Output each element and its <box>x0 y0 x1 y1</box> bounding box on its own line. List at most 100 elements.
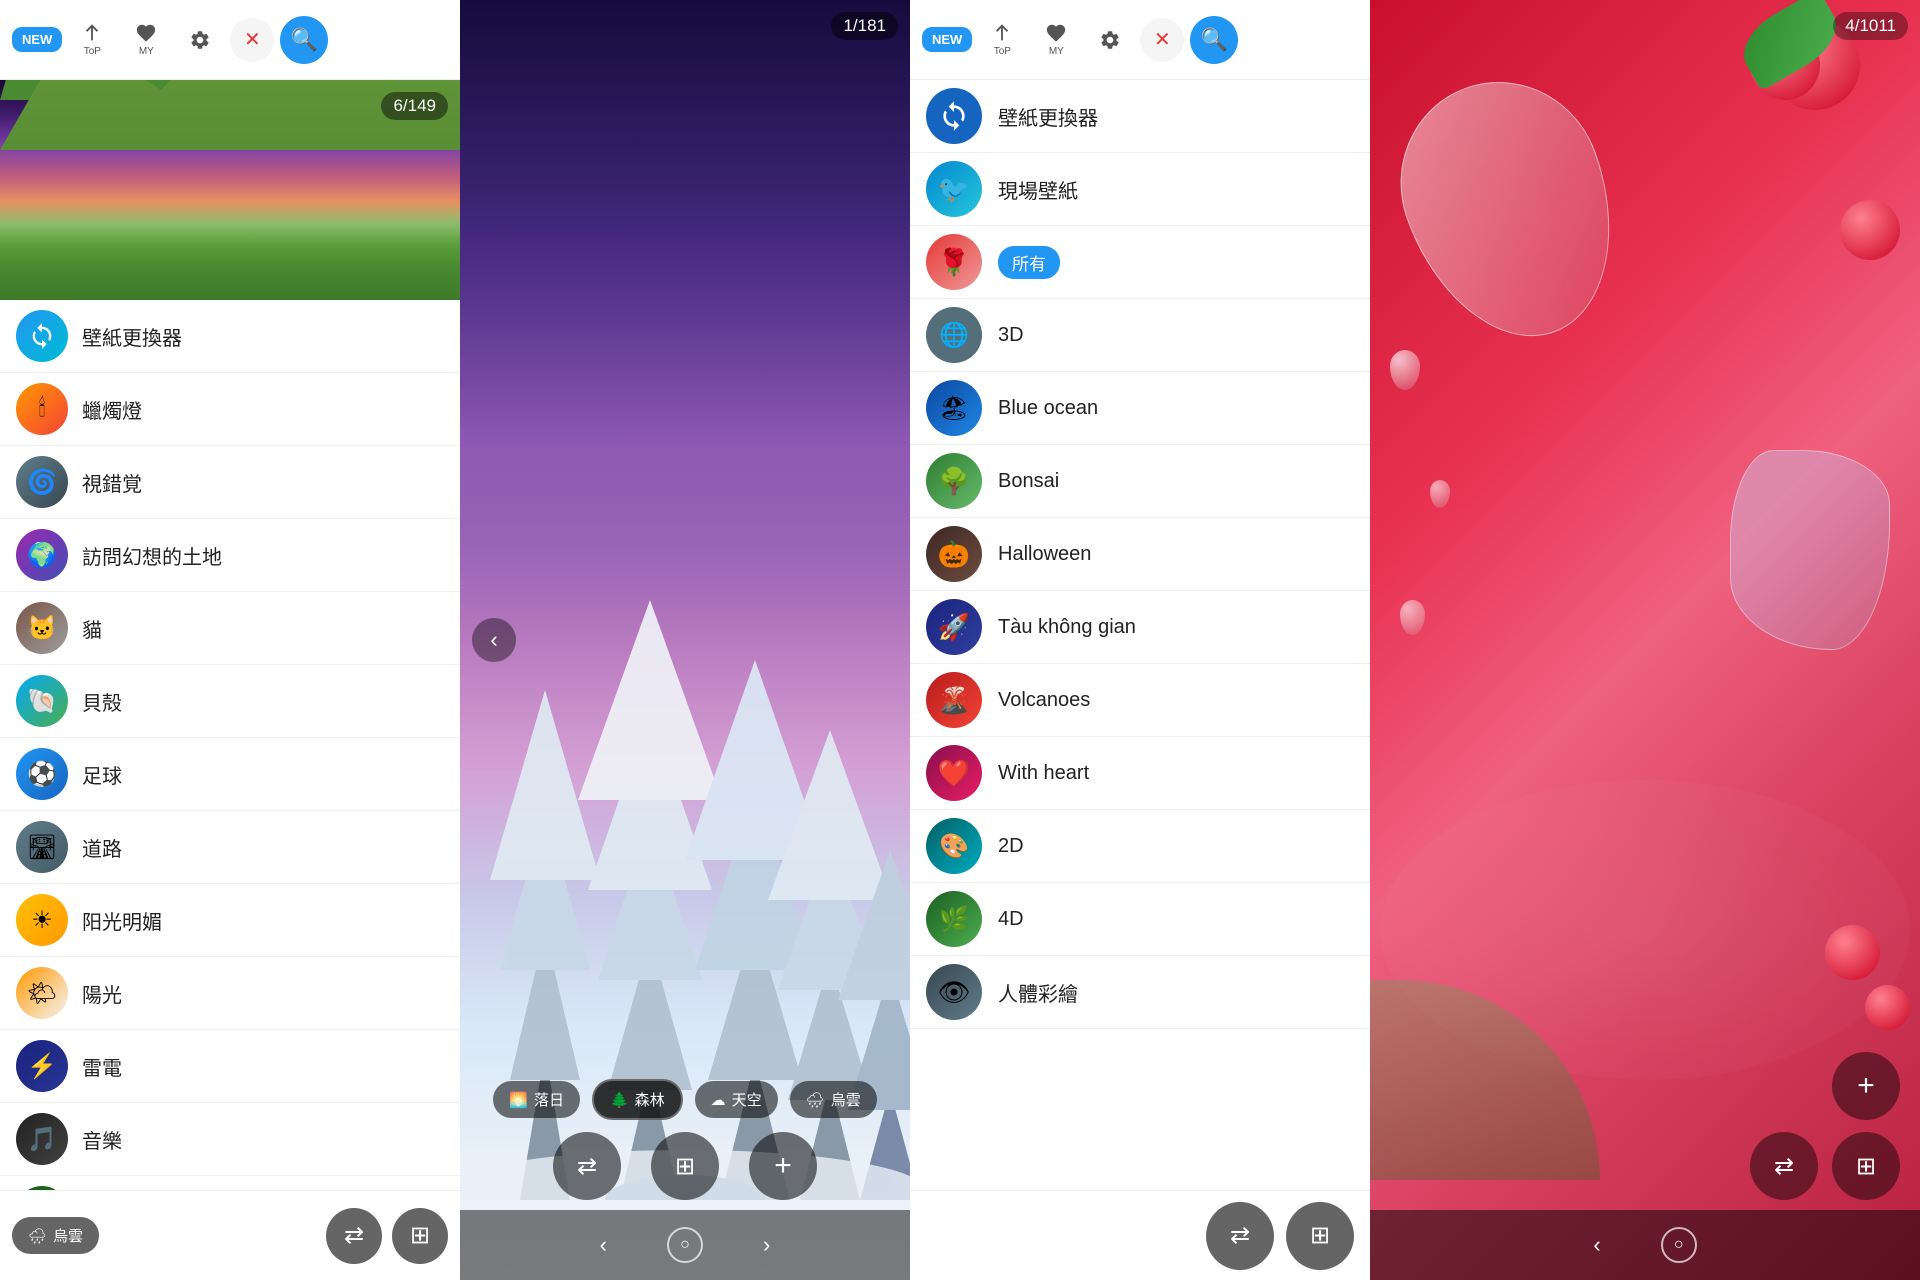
nav-back[interactable]: ‹ <box>600 1232 607 1258</box>
all-tag: 所有 <box>998 246 1060 279</box>
shuffle-btn-p2[interactable]: ⇄ <box>553 1132 621 1200</box>
list-item-fantasy[interactable]: 🌍 訪問幻想的土地 <box>0 519 460 592</box>
list-item-football[interactable]: ⚽ 足球 <box>0 738 460 811</box>
rlist-2d[interactable]: 🎨 2D <box>910 810 1370 883</box>
settings-button-p3[interactable] <box>1086 16 1134 64</box>
list-item-candle[interactable]: 🕯 蠟燭燈 <box>0 373 460 446</box>
wallpaper-label: 壁紙更換器 <box>82 322 182 351</box>
ricon-blue-ocean: 🏖 <box>926 380 982 436</box>
fantasy-label: 訪問幻想的土地 <box>82 541 222 570</box>
rlist-body-painting[interactable]: 👁 人體彩繪 <box>910 956 1370 1029</box>
rlabel-volcanoes: Volcanoes <box>998 689 1090 712</box>
illusion-label: 視錯覚 <box>82 468 142 497</box>
ricon-all: 🌹 <box>926 234 982 290</box>
rlist-space[interactable]: 🚀 Tàu không gian <box>910 591 1370 664</box>
shuffle-btn-p3[interactable]: ⇄ <box>1206 1202 1274 1270</box>
plus-btn-p2[interactable]: + <box>749 1132 817 1200</box>
rlabel-body-painting: 人體彩繪 <box>998 978 1078 1007</box>
search-button-p3[interactable]: 🔍 <box>1190 16 1238 64</box>
shuffle-btn-p4[interactable]: ⇄ <box>1750 1132 1818 1200</box>
list-item-domain[interactable]: 🌿 領域 <box>0 1176 460 1190</box>
cat-sky[interactable]: ☁ 天空 <box>695 1081 778 1118</box>
list-item-shell[interactable]: 🐚 貝殻 <box>0 665 460 738</box>
road-label: 道路 <box>82 833 122 862</box>
rlabel-bonsai: Bonsai <box>998 470 1059 493</box>
cat-forest[interactable]: 🌲 森林 <box>592 1079 683 1120</box>
top-button-p3[interactable]: ToP <box>978 16 1026 64</box>
ricon-4d: 🌿 <box>926 891 982 947</box>
panel1-topbar: NEW ToP MY ✕ 🔍 <box>0 0 460 80</box>
ricon-3d: 🌐 <box>926 307 982 363</box>
nav-home-circle[interactable]: ○ <box>667 1227 703 1263</box>
plus-btn-p4[interactable]: + <box>1832 1052 1900 1120</box>
list-item-wallpaper[interactable]: 壁紙更換器 <box>0 300 460 373</box>
rlist-live[interactable]: 🐦 現場壁紙 <box>910 153 1370 226</box>
search-button-p1[interactable]: 🔍 <box>280 16 328 64</box>
candle-label: 蠟燭燈 <box>82 395 142 424</box>
my-button-p3[interactable]: MY <box>1032 16 1080 64</box>
panel-2: 1/181 ‹ 🌅 落日 🌲 森林 ☁ 天空 🌧 烏雲 ⇄ ⊞ + ‹ ○ › <box>460 0 910 1280</box>
close-button[interactable]: ✕ <box>230 18 274 62</box>
panel3-bottom: ⇄ ⊞ <box>910 1190 1370 1280</box>
settings-button[interactable] <box>176 16 224 64</box>
nav-forward[interactable]: › <box>763 1232 770 1258</box>
music-icon: 🎵 <box>16 1113 68 1165</box>
cat-sunset[interactable]: 🌅 落日 <box>493 1081 580 1118</box>
list-item-music[interactable]: 🎵 音樂 <box>0 1103 460 1176</box>
rlist-wallpaper[interactable]: 壁紙更換器 <box>910 80 1370 153</box>
gallery-btn-p3[interactable]: ⊞ <box>1286 1202 1354 1270</box>
illusion-icon: 🌀 <box>16 456 68 508</box>
rlist-volcanoes[interactable]: 🌋 Volcanoes <box>910 664 1370 737</box>
p4-nav-home[interactable]: ○ <box>1661 1227 1697 1263</box>
cat-clouds[interactable]: 🌧 烏雲 <box>790 1081 877 1118</box>
sunshine-label: 阳光明媚 <box>82 906 162 935</box>
rlabel-2d: 2D <box>998 835 1024 858</box>
p4-nav-back[interactable]: ‹ <box>1593 1232 1600 1258</box>
panel2-counter: 1/181 <box>831 12 898 40</box>
cat-tag-clouds-p1[interactable]: 🌧 烏雲 <box>12 1217 99 1254</box>
rlabel-4d: 4D <box>998 908 1024 931</box>
rlist-3d[interactable]: 🌐 3D <box>910 299 1370 372</box>
ricon-2d: 🎨 <box>926 818 982 874</box>
ricon-bonsai: 🌳 <box>926 453 982 509</box>
panel3-topbar: NEW ToP MY ✕ 🔍 <box>910 0 1370 80</box>
new-button[interactable]: NEW <box>12 27 62 52</box>
list-item-sun[interactable]: 🌤 陽光 <box>0 957 460 1030</box>
gallery-btn-p4[interactable]: ⊞ <box>1832 1132 1900 1200</box>
list-item-thunder[interactable]: ⚡ 雷電 <box>0 1030 460 1103</box>
my-button[interactable]: MY <box>122 16 170 64</box>
ricon-body-painting: 👁 <box>926 964 982 1020</box>
list-item-road[interactable]: 🛣 道路 <box>0 811 460 884</box>
nav-arrow-left[interactable]: ‹ <box>472 618 516 662</box>
panel1-bottom-actions: ⇄ ⊞ <box>326 1208 448 1264</box>
panel4-actions: ⇄ ⊞ <box>1370 1132 1920 1200</box>
rlabel-live: 現場壁紙 <box>998 175 1078 204</box>
gallery-btn-p1[interactable]: ⊞ <box>392 1208 448 1264</box>
close-button-p3[interactable]: ✕ <box>1140 18 1184 62</box>
thunder-label: 雷電 <box>82 1052 122 1081</box>
panel2-categories: 🌅 落日 🌲 森林 ☁ 天空 🌧 烏雲 <box>460 1079 910 1120</box>
list-item-cat[interactable]: 🐱 貓 <box>0 592 460 665</box>
rlist-4d[interactable]: 🌿 4D <box>910 883 1370 956</box>
panel1-preview: 6/149 <box>0 80 460 300</box>
rlist-halloween[interactable]: 🎃 Halloween <box>910 518 1370 591</box>
gallery-btn-p2[interactable]: ⊞ <box>651 1132 719 1200</box>
top-button[interactable]: ToP <box>68 16 116 64</box>
panel1-bottom: 🌧 烏雲 ⇄ ⊞ <box>0 1190 460 1280</box>
rlist-all[interactable]: 🌹 所有 <box>910 226 1370 299</box>
rlist-with-heart[interactable]: ❤️ With heart <box>910 737 1370 810</box>
rlabel-blue-ocean: Blue ocean <box>998 397 1098 420</box>
rlist-bonsai[interactable]: 🌳 Bonsai <box>910 445 1370 518</box>
ricon-volcanoes: 🌋 <box>926 672 982 728</box>
panel3-list: 壁紙更換器 🐦 現場壁紙 🌹 所有 🌐 <box>910 80 1370 1190</box>
shuffle-btn-p1[interactable]: ⇄ <box>326 1208 382 1264</box>
rlabel-with-heart: With heart <box>998 762 1089 785</box>
new-button-p3[interactable]: NEW <box>922 27 972 52</box>
football-label: 足球 <box>82 760 122 789</box>
list-item-illusion[interactable]: 🌀 視錯覚 <box>0 446 460 519</box>
rlabel-wallpaper: 壁紙更換器 <box>998 102 1098 131</box>
list-item-sunshine[interactable]: ☀ 阳光明媚 <box>0 884 460 957</box>
panel1-list: 壁紙更換器 🕯 蠟燭燈 🌀 視錯覚 🌍 訪問幻想的土地 🐱 貓 🐚 貝殻 ⚽ 足… <box>0 300 460 1190</box>
ricon-halloween: 🎃 <box>926 526 982 582</box>
rlist-blue-ocean[interactable]: 🏖 Blue ocean <box>910 372 1370 445</box>
